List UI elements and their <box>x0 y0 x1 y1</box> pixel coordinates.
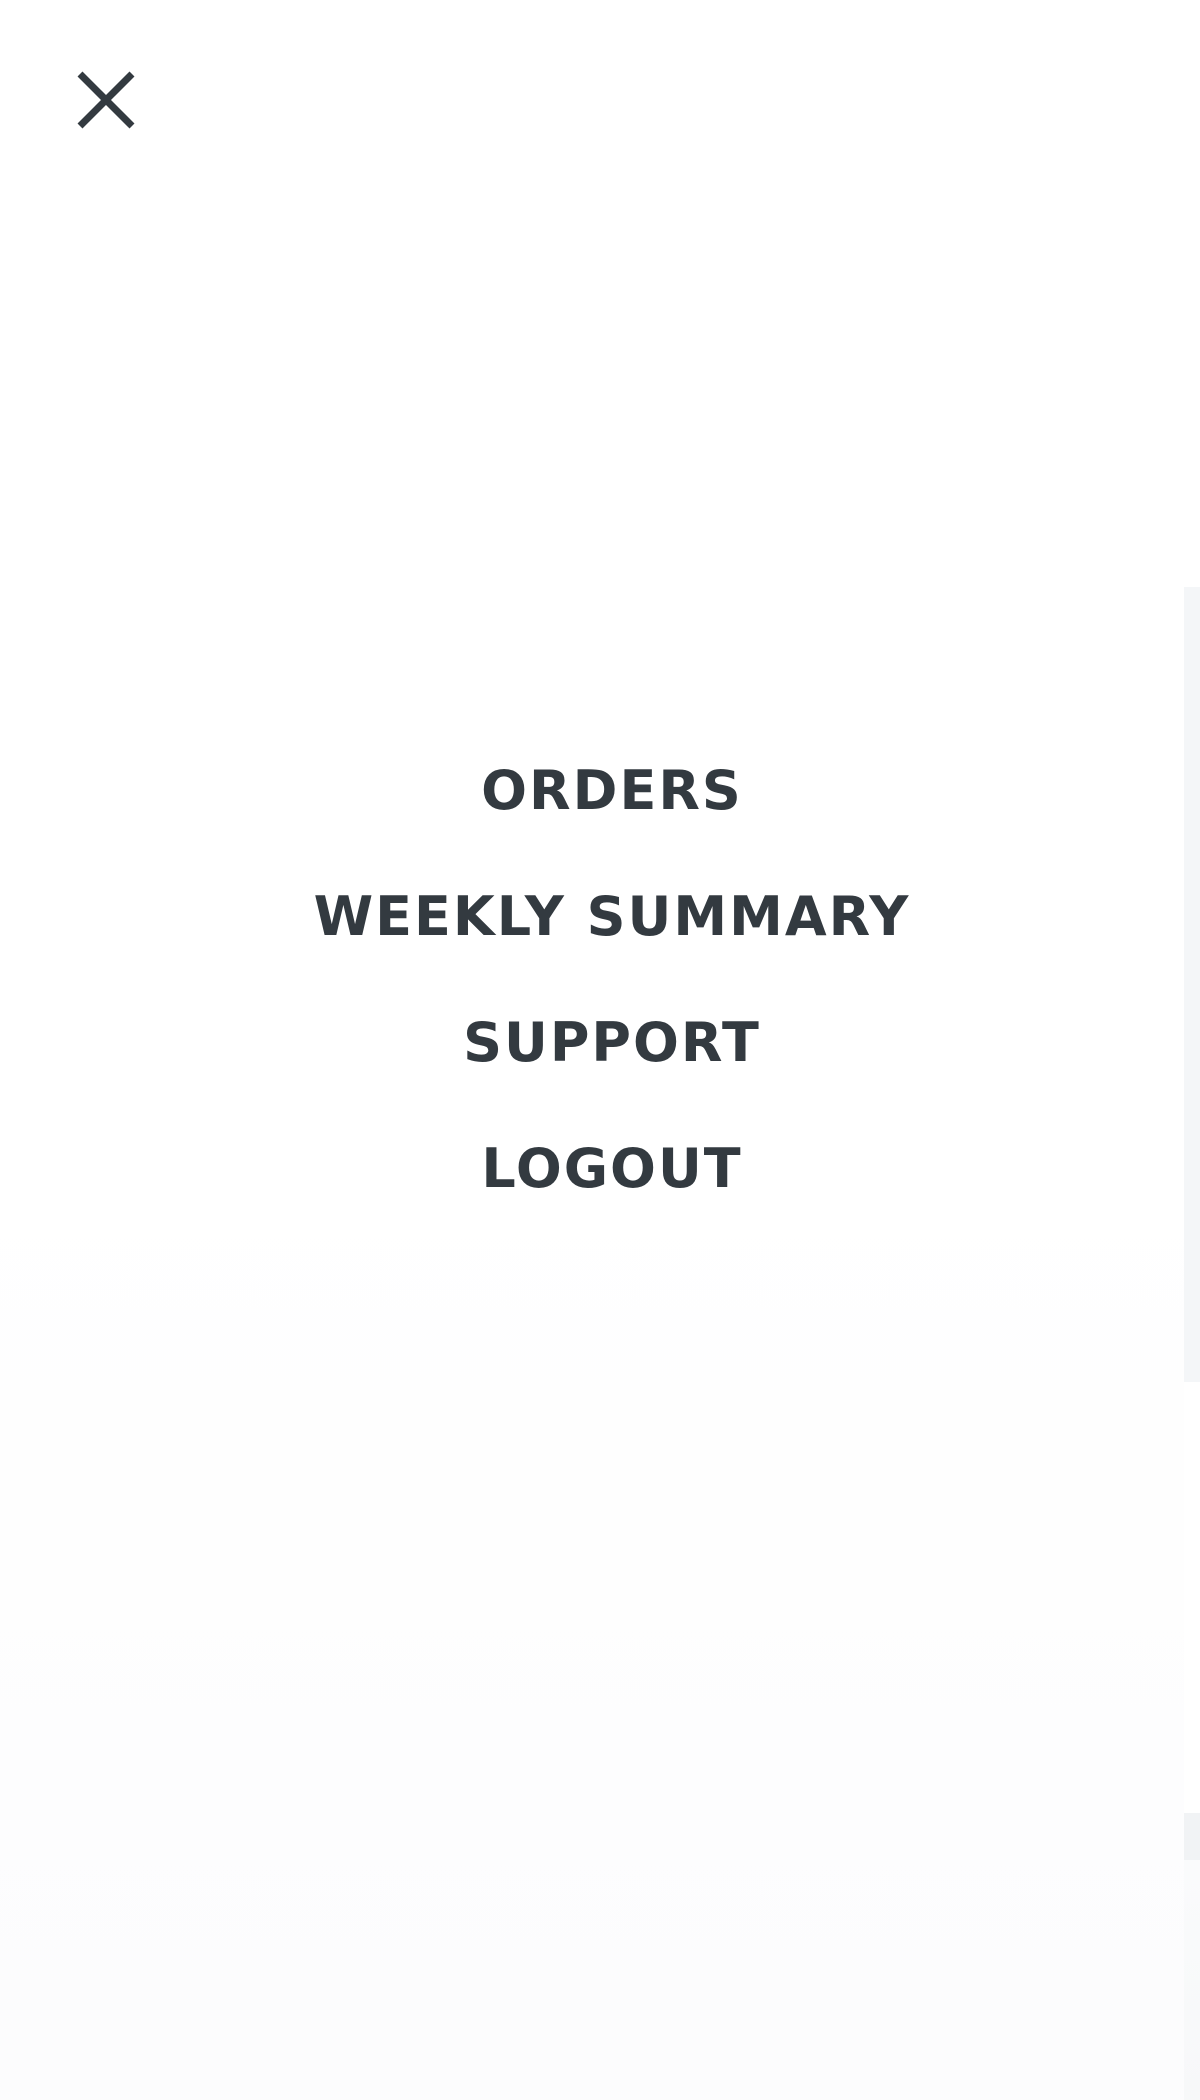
menu-link-weekly-summary[interactable]: WEEKLY SUMMARY <box>314 854 911 980</box>
menu-item-logout: LOGOUT <box>0 1106 1200 1232</box>
menu-link-orders[interactable]: ORDERS <box>481 728 743 854</box>
menu-list: ORDERS WEEKLY SUMMARY SUPPORT LOGOUT <box>0 728 1200 1232</box>
close-icon <box>77 71 135 129</box>
menu-item-support: SUPPORT <box>0 980 1200 1106</box>
close-menu-button[interactable] <box>72 66 140 134</box>
background-page-edge-fade <box>1184 1860 1200 2100</box>
navigation-menu-overlay: ORDERS WEEKLY SUMMARY SUPPORT LOGOUT <box>0 0 1184 2100</box>
menu-item-weekly-summary: WEEKLY SUMMARY <box>0 854 1200 980</box>
menu-link-support[interactable]: SUPPORT <box>463 980 761 1106</box>
background-page-edge-bottom <box>1184 1813 1200 1860</box>
menu-link-logout[interactable]: LOGOUT <box>481 1106 742 1232</box>
menu-item-orders: ORDERS <box>0 728 1200 854</box>
